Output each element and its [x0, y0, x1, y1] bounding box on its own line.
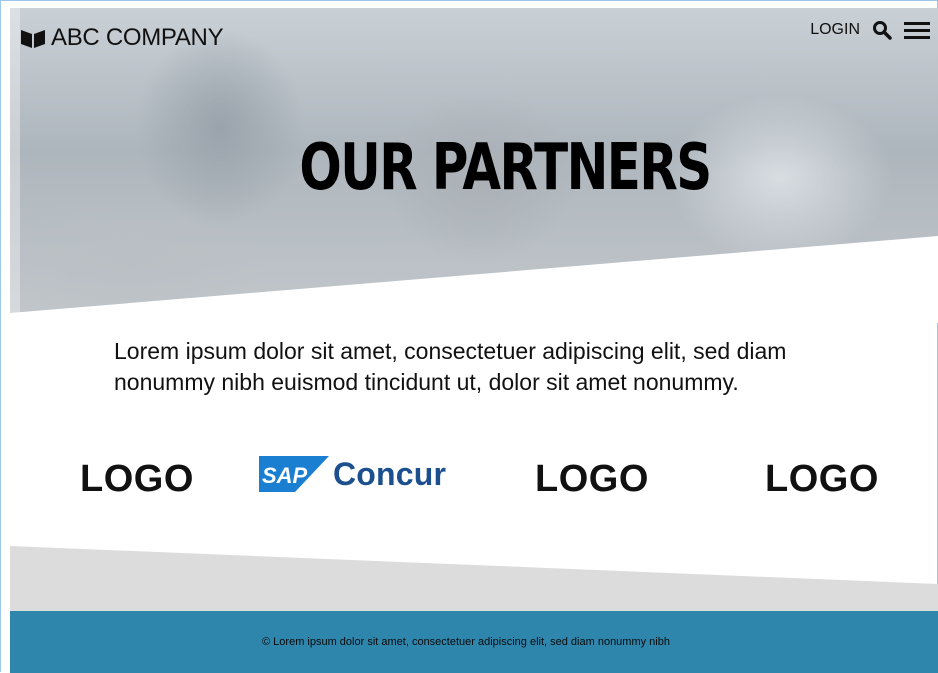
page-title: OUR PARTNERS — [299, 131, 712, 205]
partner-logo-3[interactable]: LOGO — [535, 458, 649, 501]
footer-copyright: © Lorem ipsum dolor sit amet, consectetu… — [262, 636, 670, 648]
brand-name: ABC COMPANY — [51, 24, 224, 51]
concur-wordmark: Concur — [333, 456, 447, 492]
menu-icon[interactable] — [904, 20, 930, 40]
partner-logo-sap-concur[interactable]: SAP Concur — [259, 456, 446, 492]
search-icon[interactable] — [872, 20, 892, 40]
partner-logo-1[interactable]: LOGO — [80, 458, 194, 501]
intro-paragraph: Lorem ipsum dolor sit amet, consectetuer… — [114, 338, 787, 395]
top-nav: LOGIN — [810, 20, 930, 40]
sap-logo-icon: SAP — [259, 456, 329, 492]
footer: © Lorem ipsum dolor sit amet, consectetu… — [10, 611, 938, 673]
partner-logo-4[interactable]: LOGO — [765, 458, 879, 501]
login-link[interactable]: LOGIN — [810, 21, 860, 39]
hero-banner: OUR PARTNERS — [10, 8, 938, 323]
gray-diagonal-band — [10, 546, 938, 612]
sap-badge-text: SAP — [262, 463, 308, 488]
brand[interactable]: ABC COMPANY — [21, 24, 224, 52]
book-logo-icon — [21, 30, 45, 48]
